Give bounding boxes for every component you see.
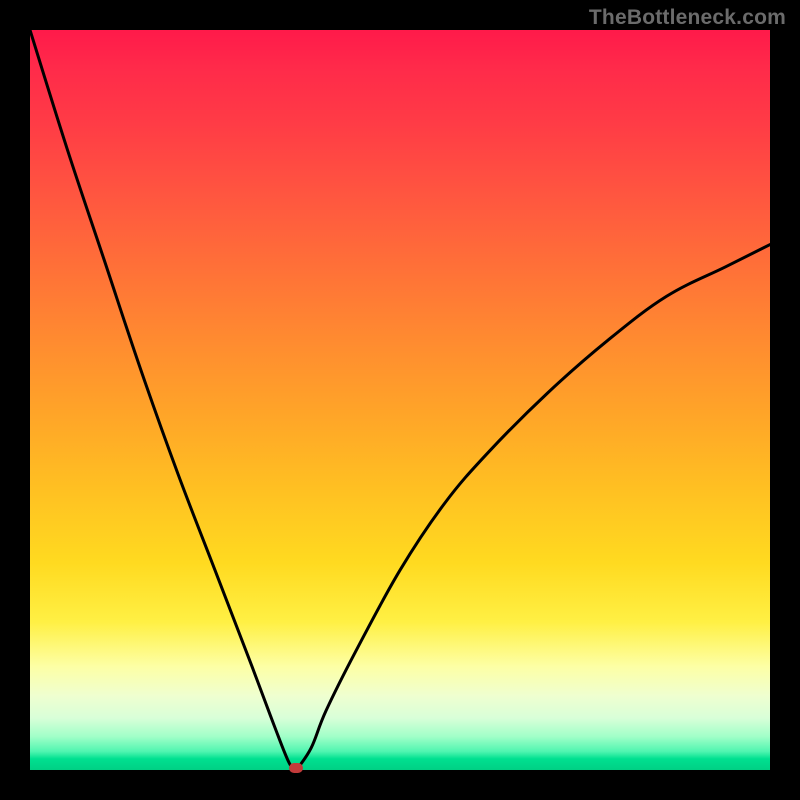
curve-right-branch bbox=[296, 245, 770, 770]
chart-frame: TheBottleneck.com bbox=[0, 0, 800, 800]
plot-area bbox=[30, 30, 770, 770]
curve-left-branch bbox=[30, 30, 296, 770]
optimal-point-marker bbox=[289, 763, 303, 773]
bottleneck-curve bbox=[30, 30, 770, 770]
watermark-text: TheBottleneck.com bbox=[589, 6, 786, 30]
